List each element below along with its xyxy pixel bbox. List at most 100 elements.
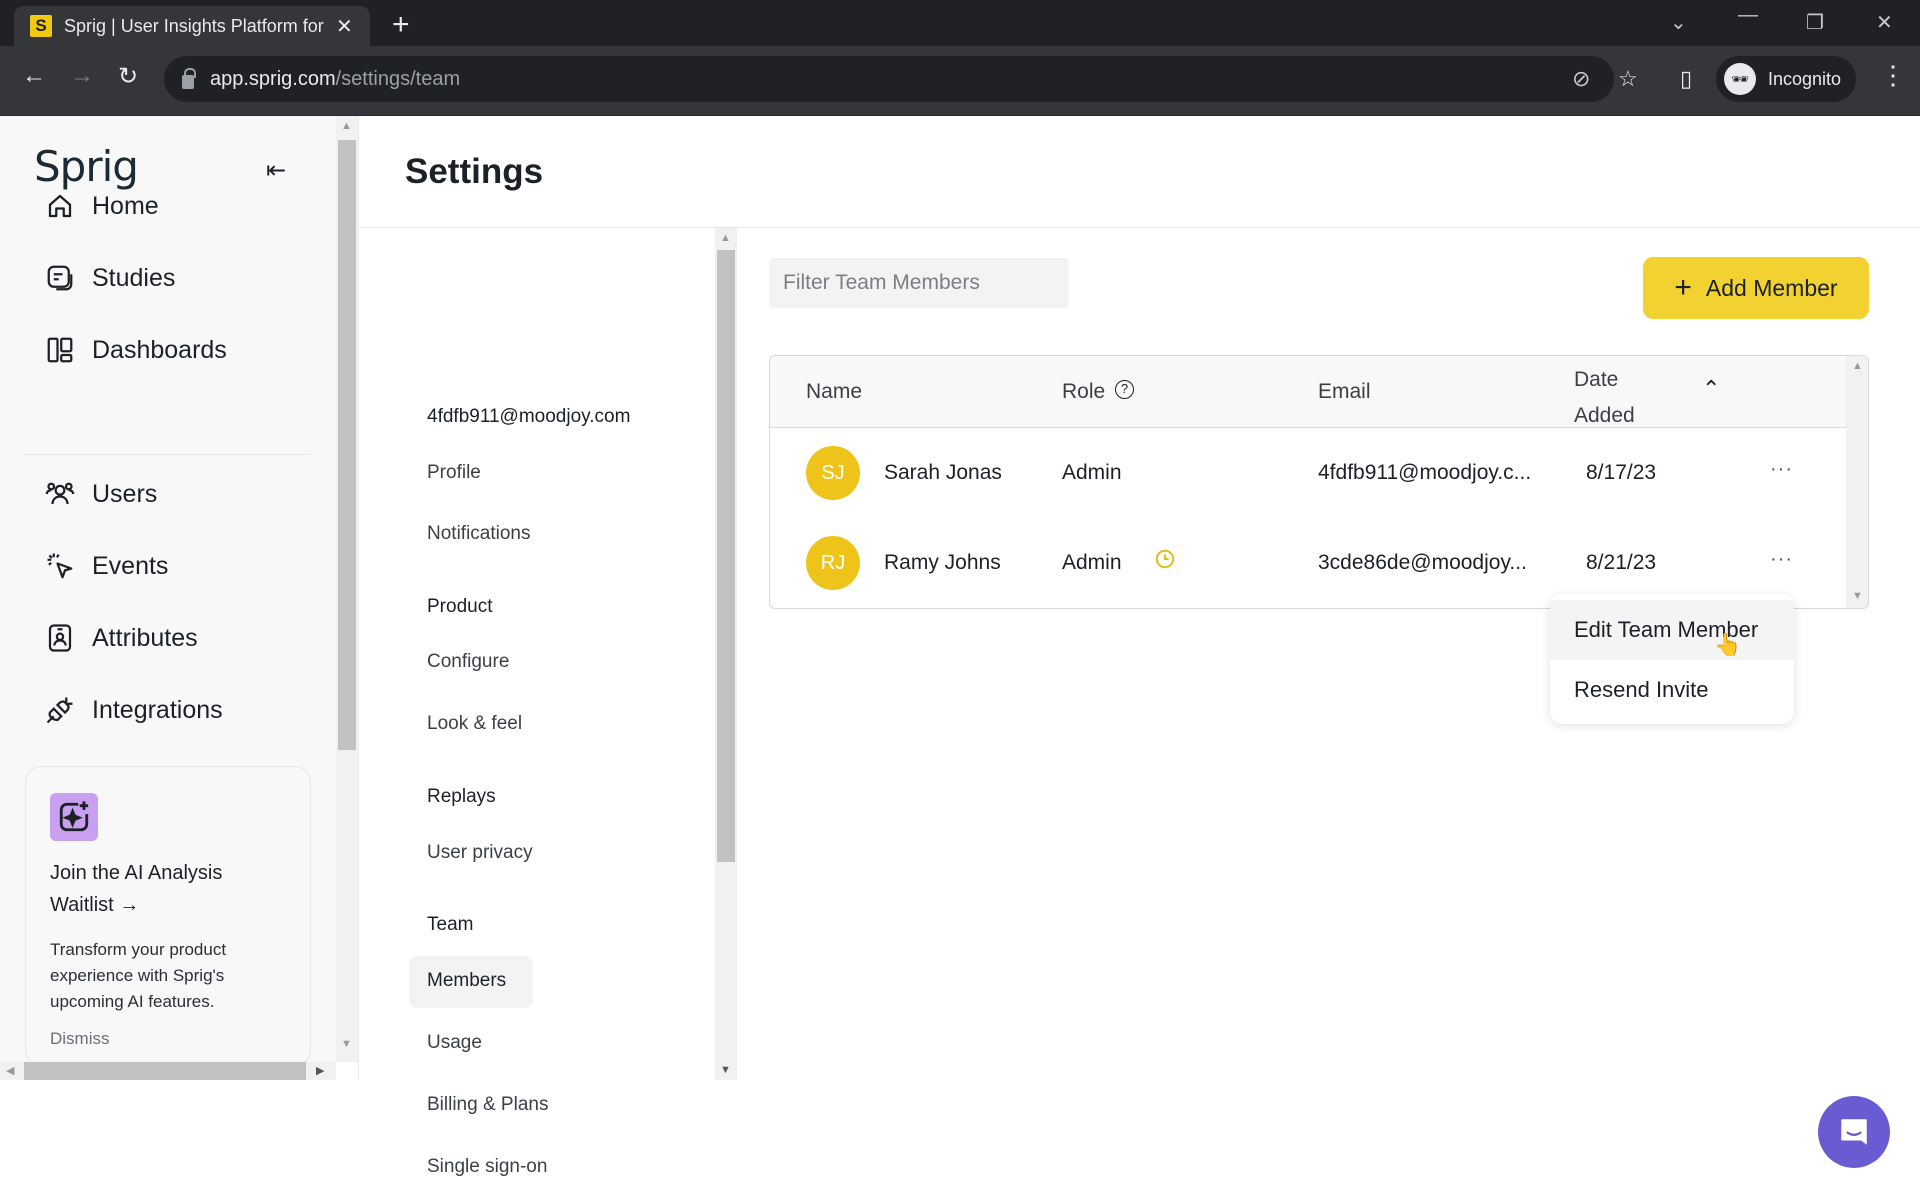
column-header-name[interactable]: Name [806, 380, 862, 404]
chat-launcher-button[interactable] [1818, 1096, 1890, 1168]
scroll-left-arrow-icon[interactable]: ◀ [6, 1064, 14, 1077]
settings-nav-billing[interactable]: Billing & Plans [427, 1094, 548, 1116]
member-date-added: 8/17/23 [1586, 461, 1657, 484]
sidebar-item-label: Attributes [92, 623, 198, 652]
settings-nav: 4fdfb911@moodjoy.com Profile Notificatio… [359, 228, 721, 1177]
member-name: Ramy Johns [884, 551, 1001, 574]
scrollbar-thumb[interactable] [24, 1062, 306, 1080]
add-member-button[interactable]: + Add Member [1643, 257, 1869, 319]
lock-icon [182, 68, 196, 89]
settings-nav-scrollbar[interactable]: ▲ ▼ [715, 228, 737, 1080]
address-bar[interactable]: app.sprig.com/settings/team ⊘ ☆ [164, 56, 1638, 102]
sidebar-item-users[interactable]: Users [44, 478, 157, 510]
scrollbar-thumb[interactable] [338, 140, 356, 750]
restore-icon[interactable]: ❐ [1806, 10, 1824, 35]
scroll-up-arrow-icon[interactable]: ▲ [341, 120, 352, 132]
scroll-right-arrow-icon[interactable]: ▶ [316, 1064, 324, 1077]
browser-menu-icon[interactable]: ⋮ [1880, 60, 1906, 91]
member-email: 3cde86de@moodjoy... [1318, 551, 1527, 574]
tracking-protection-icon[interactable]: ⊘ [1572, 66, 1590, 92]
sidebar-item-studies[interactable]: Studies [44, 262, 175, 294]
collapse-sidebar-icon[interactable]: ⇤ [266, 156, 286, 185]
member-name: Sarah Jonas [884, 461, 1002, 484]
member-role: Admin [1062, 461, 1122, 484]
scrollbar-thumb[interactable] [717, 250, 735, 862]
scroll-up-arrow-icon[interactable]: ▲ [1852, 360, 1863, 372]
sidebar-item-integrations[interactable]: Integrations [44, 694, 223, 726]
member-email: 4fdfb911@moodjoy.c... [1318, 461, 1532, 484]
reload-icon[interactable]: ↻ [118, 62, 138, 91]
settings-nav-configure[interactable]: Configure [427, 651, 509, 673]
table-header: Name Role ? Email Date Added ⌃ [770, 356, 1846, 428]
add-member-label: Add Member [1705, 274, 1838, 301]
settings-nav-sso[interactable]: Single sign-on [427, 1156, 547, 1178]
menu-item-edit-team-member[interactable]: Edit Team Member [1550, 600, 1794, 660]
row-context-menu: Edit Team Member Resend Invite [1550, 594, 1794, 724]
scroll-down-arrow-icon[interactable]: ▼ [720, 1064, 731, 1076]
tab-close-icon[interactable]: ✕ [336, 14, 353, 39]
section-header-product: Product [427, 596, 493, 617]
bookmark-star-icon[interactable]: ☆ [1618, 66, 1638, 92]
settings-nav-look-feel[interactable]: Look & feel [427, 713, 522, 735]
sidebar-item-dashboards[interactable]: Dashboards [44, 334, 227, 366]
settings-nav-notifications[interactable]: Notifications [427, 523, 531, 545]
sidebar-item-home[interactable]: Home [44, 190, 159, 222]
settings-nav-usage[interactable]: Usage [427, 1032, 482, 1054]
minimize-icon[interactable]: — [1738, 4, 1758, 27]
sidebar-item-attributes[interactable]: Attributes [44, 622, 198, 654]
table-row[interactable]: SJ Sarah Jonas Admin 4fdfb911@moodjoy.c.… [770, 428, 1846, 518]
sidebar-item-label: Dashboards [92, 335, 227, 364]
browser-toolbar: ← → ↻ app.sprig.com/settings/team ⊘ ☆ ▯ … [0, 46, 1920, 116]
column-header-date-added[interactable]: Date Added [1574, 362, 1635, 434]
role-help-icon[interactable]: ? [1115, 380, 1135, 399]
ai-waitlist-promo: Join the AI Analysis Waitlist → Transfor… [25, 766, 311, 1066]
settings-nav-members[interactable]: Members [427, 970, 506, 992]
sort-ascending-icon[interactable]: ⌃ [1702, 376, 1720, 402]
back-icon[interactable]: ← [22, 62, 46, 90]
sprig-logo[interactable]: Sprig [34, 142, 139, 191]
close-window-icon[interactable]: ✕ [1876, 10, 1893, 35]
settings-nav-user-privacy[interactable]: User privacy [427, 842, 533, 864]
date-header-line1: Date [1574, 368, 1619, 391]
table-scrollbar[interactable]: ▲ ▼ [1846, 356, 1868, 608]
browser-tab[interactable]: S Sprig | User Insights Platform for ✕ [14, 6, 370, 46]
incognito-label: Incognito [1768, 68, 1842, 89]
menu-item-resend-invite[interactable]: Resend Invite [1550, 660, 1794, 720]
sidebar: Sprig ⇤ Home Studies Dashboards Users Ev… [0, 116, 336, 1080]
member-date-added: 8/21/23 [1586, 551, 1657, 574]
filter-members-input[interactable] [769, 258, 1069, 308]
sidebar-item-label: Studies [92, 263, 176, 292]
sprig-favicon-icon: S [30, 15, 52, 37]
incognito-icon: 🕶 [1724, 63, 1756, 95]
sidebar-vertical-scrollbar[interactable]: ▲ ▼ [336, 116, 358, 1062]
role-header-label: Role [1062, 380, 1106, 403]
scroll-down-arrow-icon[interactable]: ▼ [341, 1038, 352, 1050]
promo-dismiss-link[interactable]: Dismiss [50, 1029, 110, 1049]
side-panel-icon[interactable]: ▯ [1680, 66, 1692, 92]
events-icon [44, 550, 76, 582]
scroll-up-arrow-icon[interactable]: ▲ [720, 232, 731, 244]
incognito-indicator[interactable]: 🕶 Incognito [1716, 56, 1856, 102]
dashboards-icon [44, 334, 76, 366]
column-header-email[interactable]: Email [1318, 380, 1371, 404]
tab-search-icon[interactable]: ⌄ [1670, 10, 1687, 35]
promo-title-link[interactable]: Join the AI Analysis Waitlist → [50, 857, 280, 921]
scroll-down-arrow-icon[interactable]: ▼ [1852, 590, 1863, 602]
pointer-cursor-icon: 👆 [1714, 632, 1742, 657]
forward-icon[interactable]: → [70, 62, 94, 90]
account-email: 4fdfb911@moodjoy.com [427, 406, 631, 427]
sidebar-horizontal-scrollbar[interactable]: ◀ ▶ [0, 1062, 336, 1080]
sidebar-item-label: Events [92, 551, 169, 580]
home-icon [44, 190, 76, 222]
row-more-options-icon[interactable]: ··· [1770, 458, 1793, 481]
settings-nav-profile[interactable]: Profile [427, 462, 481, 484]
browser-tab-bar: S Sprig | User Insights Platform for ✕ +… [0, 0, 1920, 46]
integrations-icon [44, 694, 76, 726]
new-tab-icon[interactable]: + [392, 8, 410, 42]
row-more-options-icon[interactable]: ··· [1770, 548, 1793, 571]
sidebar-item-label: Integrations [92, 695, 223, 724]
column-header-role[interactable]: Role ? [1062, 380, 1135, 404]
section-header-replays: Replays [427, 786, 496, 807]
chat-icon [1841, 1119, 1867, 1145]
sidebar-item-events[interactable]: Events [44, 550, 168, 582]
